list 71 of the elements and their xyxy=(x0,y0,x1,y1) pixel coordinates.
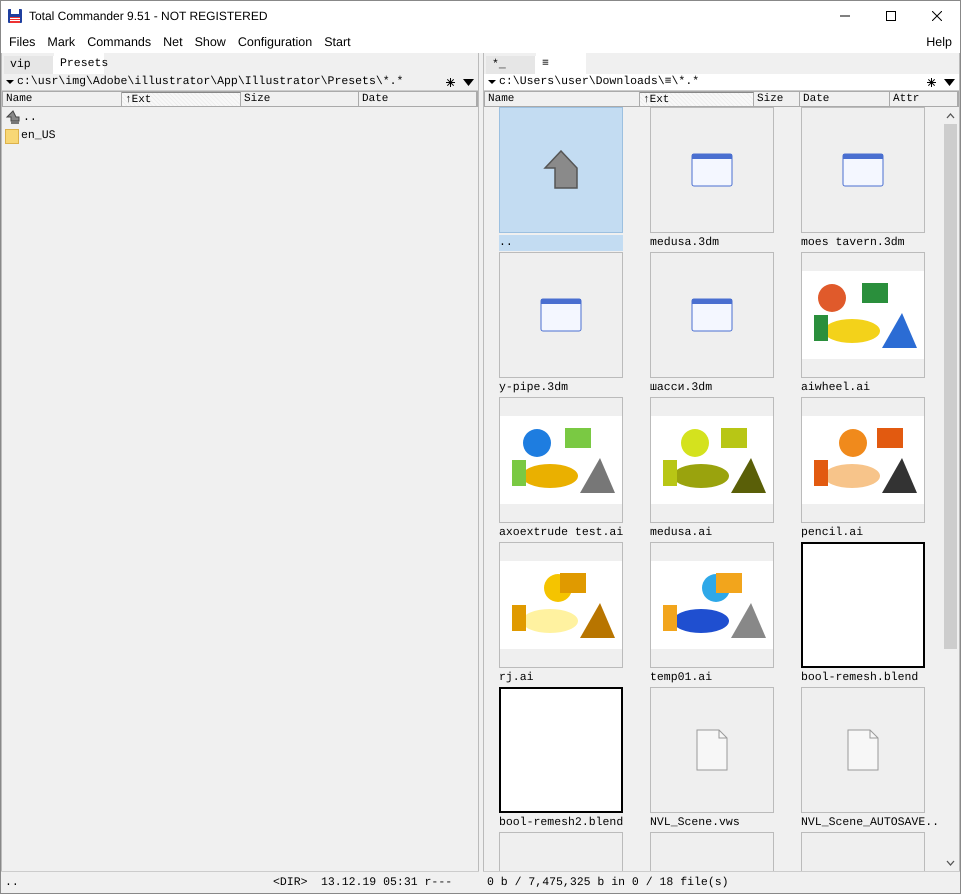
file-name: rj.ai xyxy=(499,670,534,686)
thumbnail[interactable] xyxy=(801,542,925,668)
file-name: шасси.3dm xyxy=(650,380,712,396)
window-icon xyxy=(691,153,733,187)
thumbnail[interactable] xyxy=(499,252,623,378)
menu-item[interactable]: Files xyxy=(4,32,42,52)
thumbnail[interactable] xyxy=(650,252,774,378)
column-header[interactable]: Date xyxy=(800,92,890,106)
path-text: c:\usr\img\Adobe\illustrator\App\Illustrator\Presets\*.* xyxy=(17,74,404,90)
file-name: y-pipe.3dm xyxy=(499,380,568,396)
panel-tab[interactable]: *_ xyxy=(486,56,536,74)
folder-icon xyxy=(5,128,19,144)
column-header[interactable]: ↑Ext xyxy=(122,92,241,106)
file-name: NVL_Scene.vws xyxy=(650,815,740,831)
column-header[interactable]: Attr xyxy=(890,92,958,106)
panel-tab[interactable]: vip xyxy=(4,56,54,74)
path-text: c:\Users\user\Downloads\≡\*.* xyxy=(499,74,700,90)
file-name: pencil.ai xyxy=(801,525,864,541)
file-name: moes tavern.3dm xyxy=(801,235,905,251)
column-header[interactable]: Date xyxy=(359,92,477,106)
scroll-down-icon[interactable] xyxy=(946,860,955,866)
file-name: temp01.ai xyxy=(650,670,712,686)
dropdown-icon[interactable] xyxy=(944,78,955,86)
column-header[interactable]: ↑Ext xyxy=(640,92,754,106)
file-name: .. xyxy=(499,235,623,251)
thumbnail[interactable] xyxy=(801,107,925,233)
file-name: axoextrude test.ai xyxy=(499,525,624,541)
file-icon xyxy=(696,729,728,771)
file-icon xyxy=(847,729,879,771)
dropdown-icon[interactable] xyxy=(463,78,474,86)
up-arrow-icon xyxy=(5,110,21,126)
dropdown-icon[interactable] xyxy=(488,79,497,85)
window-title: Total Commander 9.51 - NOT REGISTERED xyxy=(29,8,268,25)
column-header[interactable]: Size xyxy=(754,92,800,106)
scroll-thumb[interactable] xyxy=(944,124,957,649)
thumbnail[interactable] xyxy=(650,687,774,813)
file-name: aiwheel.ai xyxy=(801,380,870,396)
menu-item[interactable]: Help xyxy=(921,32,960,52)
asterisk-icon[interactable] xyxy=(446,78,455,86)
menu-item[interactable]: Commands xyxy=(82,32,158,52)
menu-item[interactable]: Show xyxy=(190,32,233,52)
up-arrow-icon xyxy=(543,150,579,190)
asterisk-icon[interactable] xyxy=(927,78,936,86)
scroll-up-icon[interactable] xyxy=(946,112,955,118)
file-name: medusa.3dm xyxy=(650,235,720,251)
status-text: .. xyxy=(5,874,20,891)
thumbnail[interactable] xyxy=(499,107,623,233)
thumbnail[interactable] xyxy=(499,687,623,813)
window-icon xyxy=(540,298,582,332)
menu-item[interactable]: Mark xyxy=(42,32,82,52)
thumbnail[interactable] xyxy=(650,107,774,233)
status-text: 13.12.19 05:31 r--- xyxy=(321,874,452,891)
file-name: NVL_Scene_AUTOSAVE.. xyxy=(801,815,940,831)
file-name[interactable]: en_US xyxy=(21,127,56,145)
panel-tab[interactable]: ≡ xyxy=(536,53,586,74)
dropdown-icon[interactable] xyxy=(6,79,15,85)
maximize-icon xyxy=(886,11,896,21)
column-header[interactable]: Size xyxy=(241,92,359,106)
close-icon xyxy=(932,11,942,21)
menu-item[interactable]: Net xyxy=(158,32,190,52)
menu-item[interactable]: Configuration xyxy=(232,32,320,52)
file-name: medusa.ai xyxy=(650,525,712,541)
file-name[interactable]: .. xyxy=(23,109,37,127)
menu-item[interactable]: Start xyxy=(319,32,358,52)
window-icon xyxy=(691,298,733,332)
status-text: 0 b / 7,475,325 b in 0 / 18 file(s) xyxy=(487,874,729,891)
file-name: bool-remesh2.blend xyxy=(499,815,624,831)
file-name: bool-remesh.blend xyxy=(801,670,918,686)
window-icon xyxy=(842,153,884,187)
status-text: <DIR> xyxy=(273,874,309,891)
thumbnail[interactable] xyxy=(801,687,925,813)
